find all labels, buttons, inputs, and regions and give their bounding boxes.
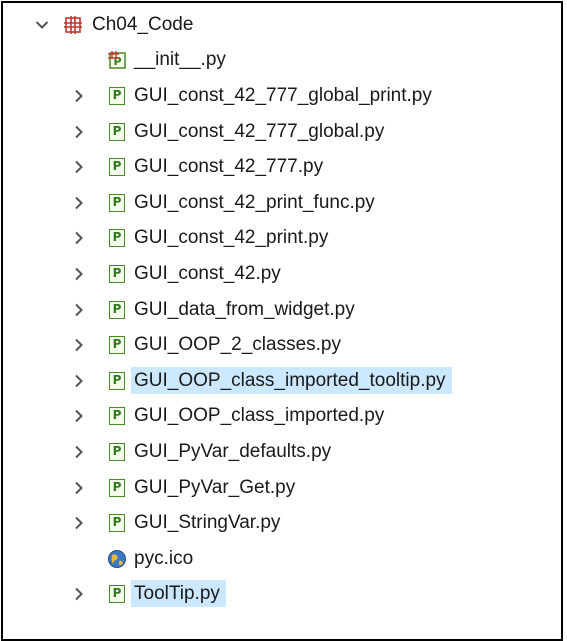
tree-row-file[interactable]: P GUI_const_42_print.py [3,221,561,257]
python-file-icon: P [106,121,128,143]
tree-row-file[interactable]: P GUI_const_42_777.py [3,149,561,185]
file-name: GUI_const_42_777_global.py [134,120,385,142]
python-file-icon: P [106,85,128,107]
tree-row-file[interactable]: P GUI_data_from_widget.py [3,292,561,328]
chevron-right-icon[interactable] [70,87,88,105]
tree-row-file[interactable]: P GUI_OOP_class_imported_tooltip.py [3,363,561,399]
file-name: GUI_const_42.py [134,262,281,284]
python-file-icon: P [106,512,128,534]
tree-row-file[interactable]: P GUI_OOP_2_classes.py [3,327,561,363]
chevron-right-icon[interactable] [70,443,88,461]
file-name: GUI_const_42_print_func.py [134,191,375,213]
python-file-icon: P [106,227,128,249]
file-name: GUI_OOP_2_classes.py [134,334,341,356]
tree-row-file[interactable]: P GUI_PyVar_Get.py [3,470,561,506]
tree-row-project[interactable]: Ch04_Code [3,7,561,43]
chevron-right-icon[interactable] [70,336,88,354]
tree-row-file[interactable]: pyc.ico [3,541,561,577]
python-file-icon: P [106,583,128,605]
chevron-right-icon[interactable] [70,123,88,141]
file-name: GUI_PyVar_defaults.py [134,440,332,462]
file-name: pyc.ico [134,547,194,569]
chevron-right-icon[interactable] [70,372,88,390]
chevron-right-icon[interactable] [70,479,88,497]
tree-row-file[interactable]: P GUI_OOP_class_imported.py [3,399,561,435]
python-file-icon: P [106,441,128,463]
file-name: GUI_PyVar_Get.py [134,476,296,498]
chevron-down-icon[interactable] [33,16,51,34]
chevron-right-icon[interactable] [70,585,88,603]
tree-row-file[interactable]: P GUI_StringVar.py [3,505,561,541]
chevron-right-icon[interactable] [70,514,88,532]
python-file-icon: P [106,299,128,321]
tree-row-file[interactable]: P GUI_const_42_777_global_print.py [3,78,561,114]
tree-view: Ch04_Code P __init__.py P GUI_const_42_777_… [3,7,561,612]
python-file-icon: P [106,263,128,285]
python-package-init-icon: P [106,49,128,71]
python-package-icon [62,14,84,36]
chevron-right-icon[interactable] [70,229,88,247]
tree-row-file[interactable]: P GUI_const_42_777_global.py [3,114,561,150]
file-name: GUI_const_42_777.py [134,156,324,178]
file-name: GUI_StringVar.py [134,512,281,534]
tree-row-file[interactable]: P ToolTip.py [3,577,561,613]
chevron-right-icon[interactable] [70,158,88,176]
project-name: Ch04_Code [92,13,194,35]
file-name: GUI_OOP_class_imported.py [134,405,385,427]
file-name: GUI_const_42_777_global_print.py [134,84,432,106]
svg-text:P: P [113,55,121,68]
file-name: GUI_OOP_class_imported_tooltip.py [131,366,452,394]
tree-row-file[interactable]: P GUI_PyVar_defaults.py [3,434,561,470]
tree-row-file[interactable]: P GUI_const_42_print_func.py [3,185,561,221]
python-file-icon: P [106,334,128,356]
chevron-right-icon[interactable] [70,301,88,319]
tree-row-file[interactable]: P __init__.py [3,43,561,79]
chevron-right-icon[interactable] [70,265,88,283]
file-name: __init__.py [134,49,226,71]
project-explorer-tree: Ch04_Code P __init__.py P GUI_const_42_777_… [1,1,563,641]
python-file-icon: P [106,370,128,392]
chevron-right-icon[interactable] [70,194,88,212]
file-name: ToolTip.py [131,580,226,608]
python-file-icon: P [106,156,128,178]
python-file-icon: P [106,477,128,499]
python-file-icon: P [106,192,128,214]
file-name: GUI_data_from_widget.py [134,298,355,320]
globe-ico-file-icon [106,548,128,570]
tree-row-file[interactable]: P GUI_const_42.py [3,256,561,292]
chevron-right-icon[interactable] [70,407,88,425]
file-name: GUI_const_42_print.py [134,227,329,249]
python-file-icon: P [106,405,128,427]
